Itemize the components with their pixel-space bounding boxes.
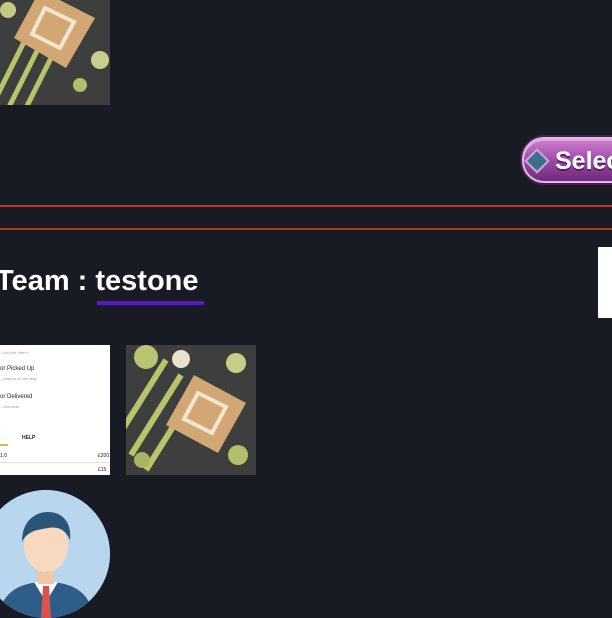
pattern-thumbnail-top[interactable] — [0, 0, 110, 105]
team-prefix: Team : — [0, 265, 88, 297]
divider-top — [0, 205, 612, 207]
select-button-label: Select — [555, 147, 612, 175]
pattern-art — [126, 345, 256, 475]
team-name: testone — [95, 265, 199, 297]
pattern-art — [0, 0, 110, 105]
thumb-step-picked-up: or Picked Up — [0, 366, 35, 372]
thumb-bottom-value: £15 — [98, 467, 107, 473]
user-avatar-icon[interactable] — [0, 490, 110, 618]
thumb-faded-line: ...d in the rider's — [0, 350, 29, 355]
select-gem-icon — [524, 148, 550, 174]
thumb-step-delivered-sub: ...our meal — [0, 404, 19, 409]
thumb-help-label: HELP — [22, 435, 36, 441]
team-name-underline — [97, 301, 204, 305]
team-title: Team : testone — [0, 265, 199, 298]
avatar-art — [0, 490, 110, 618]
thumb-divider — [0, 462, 110, 463]
thumb-step-delivered: or Delivered — [0, 394, 33, 400]
thumb-accent-bar — [0, 444, 8, 446]
app-screenshot-thumbnail[interactable]: ...d in the rider's or Picked Up ...ptai… — [0, 345, 110, 475]
select-button[interactable]: Select — [522, 137, 612, 183]
side-panel[interactable] — [598, 247, 612, 318]
thumb-step-picked-up-sub: ...ptain is on the way — [0, 376, 37, 381]
pattern-thumbnail[interactable] — [126, 345, 256, 475]
thumb-left-value: 1.0 — [0, 453, 7, 459]
thumb-right-value: £200 — [98, 453, 110, 459]
divider-bottom — [0, 228, 612, 230]
